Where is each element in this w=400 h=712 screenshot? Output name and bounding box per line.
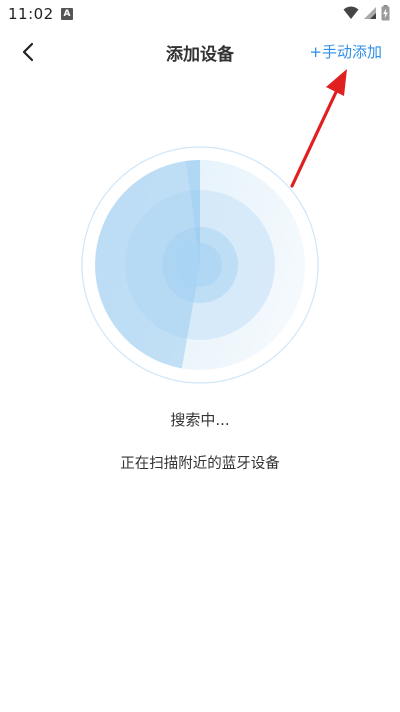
header-bar: 添加设备 +手动添加	[0, 28, 400, 74]
manual-add-button[interactable]: +手动添加	[309, 41, 382, 62]
radar-graphic	[81, 146, 319, 384]
scanning-description: 正在扫描附近的蓝牙设备	[120, 456, 280, 472]
radar-center-glow	[178, 243, 222, 287]
notification-a-icon: A	[61, 8, 73, 20]
wifi-icon	[343, 6, 359, 19]
status-icons	[343, 5, 390, 21]
signal-icon	[364, 7, 376, 19]
radar-scan	[80, 145, 320, 385]
status-bar: 11:02 A	[0, 0, 400, 28]
battery-charging-icon	[381, 5, 390, 21]
status-time: 11:02	[8, 5, 54, 23]
searching-status: 搜索中...	[170, 411, 230, 429]
